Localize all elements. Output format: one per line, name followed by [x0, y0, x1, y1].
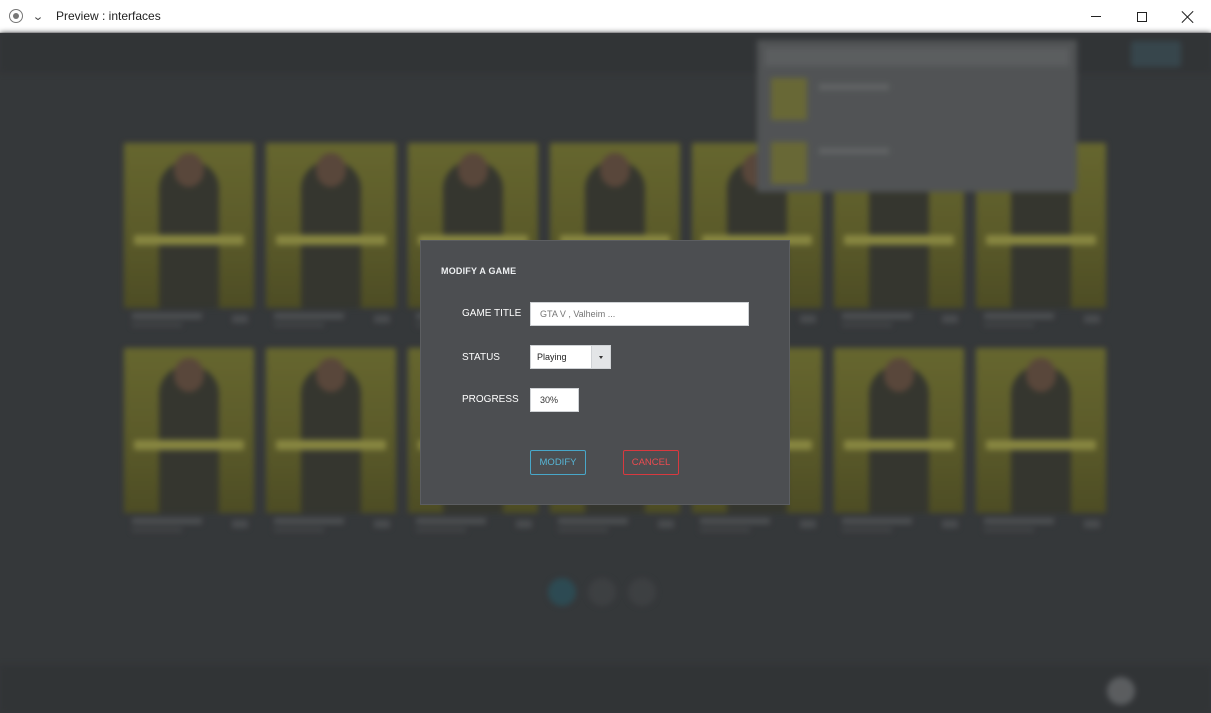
close-icon	[1182, 11, 1194, 23]
status-select[interactable]: Playing	[530, 345, 611, 369]
window-titlebar: ⌄ Preview : interfaces	[0, 0, 1211, 33]
modify-button[interactable]: MODIFY	[530, 450, 586, 475]
status-label: STATUS	[462, 352, 500, 363]
dialog-title: MODIFY A GAME	[441, 266, 517, 276]
maximize-button[interactable]	[1119, 0, 1165, 33]
minimize-button[interactable]	[1073, 0, 1119, 33]
status-select-value: Playing	[537, 352, 567, 362]
progress-input[interactable]: 30%	[530, 388, 579, 412]
game-title-input[interactable]	[530, 302, 749, 326]
window-controls	[1073, 0, 1211, 33]
maximize-icon	[1137, 11, 1147, 22]
caret-down-icon[interactable]	[591, 346, 610, 368]
cancel-button[interactable]: CANCEL	[623, 450, 679, 475]
progress-label: PROGRESS	[462, 394, 519, 405]
game-title-label: GAME TITLE	[462, 308, 522, 319]
close-button[interactable]	[1165, 0, 1211, 33]
chevron-down-icon[interactable]: ⌄	[28, 10, 49, 23]
minimize-icon	[1091, 16, 1101, 17]
modify-game-dialog: MODIFY A GAME GAME TITLE STATUS Playing …	[420, 240, 790, 505]
window-title: Preview : interfaces	[56, 9, 161, 23]
record-icon[interactable]	[9, 9, 23, 23]
